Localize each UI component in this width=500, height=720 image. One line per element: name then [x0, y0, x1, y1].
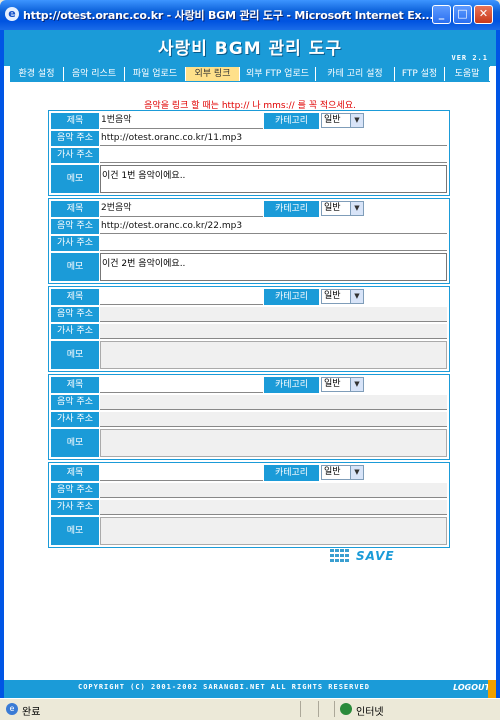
music-url-label: 음악 주소 — [51, 395, 99, 410]
logout-link[interactable]: LOGOUT — [453, 683, 490, 692]
category-value: 일반 — [324, 467, 341, 477]
category-label: 카테고리 — [264, 377, 319, 393]
save-grid-icon — [330, 549, 352, 563]
category-select[interactable]: 일반 ▼ — [321, 113, 364, 128]
music-url-input[interactable]: http://otest.oranc.co.kr/22.mp3 — [100, 219, 447, 234]
lyrics-url-label: 가사 주소 — [51, 324, 99, 339]
status-divider — [300, 701, 301, 717]
title-input[interactable] — [100, 465, 263, 481]
status-text: 완료 — [22, 707, 41, 718]
chevron-down-icon: ▼ — [350, 378, 363, 391]
lyrics-url-label: 가사 주소 — [51, 412, 99, 427]
page-done-icon: e — [6, 703, 18, 715]
music-url-label: 음악 주소 — [51, 307, 99, 322]
link-entry: 제목 카테고리 일반 ▼ 음악 주소가사 주소메모 — [48, 286, 450, 372]
nav-tab[interactable]: 파일 업로드 — [125, 67, 186, 81]
title-label: 제목 — [51, 201, 99, 217]
nav-tab[interactable]: 음악 리스트 — [64, 67, 125, 81]
link-entry: 제목 카테고리 일반 ▼ 음악 주소가사 주소메모 — [48, 462, 450, 548]
music-url-input[interactable] — [100, 395, 447, 410]
app-logo: 사랑비 BGM 관리 도구 — [157, 39, 343, 59]
memo-textarea[interactable]: 이건 2번 음악이에요.. — [100, 253, 447, 281]
nav-tab[interactable]: 카테 고리 설정 — [316, 67, 395, 81]
title-label: 제목 — [51, 465, 99, 481]
category-label: 카테고리 — [264, 289, 319, 305]
category-select[interactable]: 일반 ▼ — [321, 201, 364, 216]
version-label: VER 2.1 — [451, 54, 488, 62]
music-url-input[interactable] — [100, 307, 447, 322]
music-url-input[interactable]: http://otest.oranc.co.kr/11.mp3 — [100, 131, 447, 146]
title-label: 제목 — [51, 113, 99, 129]
save-label: SAVE — [356, 549, 395, 563]
category-value: 일반 — [324, 115, 341, 125]
category-value: 일반 — [324, 379, 341, 389]
lyrics-url-label: 가사 주소 — [51, 500, 99, 515]
category-select[interactable]: 일반 ▼ — [321, 289, 364, 304]
music-url-input[interactable] — [100, 483, 447, 498]
ie-icon: e — [5, 7, 19, 21]
memo-textarea[interactable] — [100, 517, 447, 545]
security-zone: 인터넷 — [356, 707, 384, 718]
link-entry: 제목 1번음악 카테고리 일반 ▼ 음악 주소 http://otest.oranc.co.… — [48, 110, 450, 196]
music-url-label: 음악 주소 — [51, 483, 99, 498]
window-title-bar[interactable]: e http://otest.oranc.co.kr - 사랑비 BGM 관리 … — [0, 0, 500, 30]
lyrics-url-input[interactable] — [100, 412, 447, 427]
category-select[interactable]: 일반 ▼ — [321, 465, 364, 480]
app-header: 사랑비 BGM 관리 도구 VER 2.1 — [4, 30, 496, 66]
memo-label: 메모 — [51, 517, 99, 545]
title-label: 제목 — [51, 289, 99, 305]
category-select[interactable]: 일반 ▼ — [321, 377, 364, 392]
nav-tab[interactable]: 도움말 — [445, 67, 490, 81]
memo-label: 메모 — [51, 165, 99, 193]
close-button[interactable]: ✕ — [474, 5, 493, 24]
title-input[interactable]: 1번음악 — [100, 113, 263, 129]
status-bar: e 완료 인터넷 — [0, 698, 500, 720]
nav-tab[interactable]: FTP 설정 — [395, 67, 445, 81]
lyrics-url-label: 가사 주소 — [51, 148, 99, 163]
category-label: 카테고리 — [264, 201, 319, 217]
category-label: 카테고리 — [264, 465, 319, 481]
nav-tab[interactable]: 환경 설정 — [10, 67, 64, 81]
chevron-down-icon: ▼ — [350, 466, 363, 479]
music-url-label: 음악 주소 — [51, 219, 99, 234]
memo-label: 메모 — [51, 341, 99, 369]
lyrics-url-label: 가사 주소 — [51, 236, 99, 251]
memo-textarea[interactable] — [100, 341, 447, 369]
chevron-down-icon: ▼ — [350, 114, 363, 127]
title-input[interactable]: 2번음악 — [100, 201, 263, 217]
title-label: 제목 — [51, 377, 99, 393]
lyrics-url-input[interactable] — [100, 324, 447, 339]
title-input[interactable] — [100, 377, 263, 393]
maximize-button[interactable]: □ — [453, 5, 472, 24]
lyrics-url-input[interactable] — [100, 148, 447, 163]
title-input[interactable] — [100, 289, 263, 305]
nav-tab[interactable]: 외부 링크 — [186, 67, 240, 81]
memo-textarea[interactable] — [100, 429, 447, 457]
chevron-down-icon: ▼ — [350, 202, 363, 215]
music-url-label: 음악 주소 — [51, 131, 99, 146]
status-divider — [334, 701, 335, 717]
memo-label: 메모 — [51, 429, 99, 457]
copyright-text: COPYRIGHT (C) 2001-2002 SARANGBI.NET ALL… — [77, 683, 370, 691]
chevron-down-icon: ▼ — [350, 290, 363, 303]
link-entry: 제목 카테고리 일반 ▼ 음악 주소가사 주소메모 — [48, 374, 450, 460]
category-value: 일반 — [324, 291, 341, 301]
lyrics-url-input[interactable] — [100, 500, 447, 515]
internet-zone-icon — [340, 703, 352, 715]
link-entry: 제목 2번음악 카테고리 일반 ▼ 음악 주소 http://otest.oranc.co.… — [48, 198, 450, 284]
minimize-button[interactable]: _ — [432, 5, 451, 24]
save-button[interactable]: SAVE — [330, 548, 402, 565]
lyrics-url-input[interactable] — [100, 236, 447, 251]
window-title: http://otest.oranc.co.kr - 사랑비 BGM 관리 도구… — [23, 9, 434, 22]
status-divider — [318, 701, 319, 717]
footer-corner — [488, 680, 496, 698]
main-nav: 환경 설정 음악 리스트 파일 업로드 외부 링크 외부 FTP 업로드 카테 고리 설정… — [10, 66, 490, 82]
category-label: 카테고리 — [264, 113, 319, 129]
page-content: 사랑비 BGM 관리 도구 VER 2.1 환경 설정 음악 리스트 파일 업로드 외… — [4, 30, 496, 698]
category-value: 일반 — [324, 203, 341, 213]
memo-textarea[interactable]: 이건 1번 음악이에요.. — [100, 165, 447, 193]
nav-tab[interactable]: 외부 FTP 업로드 — [240, 67, 316, 81]
memo-label: 메모 — [51, 253, 99, 281]
footer: COPYRIGHT (C) 2001-2002 SARANGBI.NET ALL… — [4, 680, 496, 698]
